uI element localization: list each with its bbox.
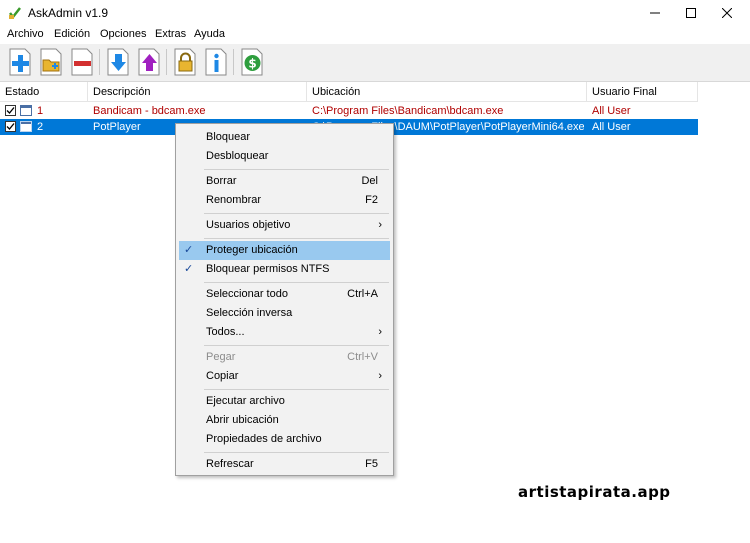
svg-text:$: $ <box>248 57 256 71</box>
close-button[interactable] <box>704 0 750 26</box>
row-number: 1 <box>37 105 44 117</box>
menu-bar: Archivo Edición Opciones Extras Ayuda <box>0 26 750 44</box>
ctx-item-label: Usuarios objetivo <box>206 219 291 231</box>
window-icon <box>20 105 32 116</box>
menu-ayuda[interactable]: Ayuda <box>194 28 225 40</box>
ctx-item-label: Copiar <box>206 370 239 382</box>
menu-separator <box>204 389 389 390</box>
ctx-item-shortcut: Del <box>361 175 378 187</box>
toolbar-separator <box>233 49 234 75</box>
column-header-ubicacion[interactable]: Ubicación <box>307 82 587 102</box>
ctx-item-shortcut: Ctrl+V <box>347 351 378 363</box>
ctx-item-label: Abrir ubicación <box>206 414 279 426</box>
ctx-item-abrir-ubicacion[interactable]: Abrir ubicación <box>179 411 390 430</box>
ctx-item-todos[interactable]: Todos... › <box>179 323 390 342</box>
ctx-item-label: Borrar <box>206 175 237 187</box>
row-description: Bandicam - bdcam.exe <box>93 105 206 117</box>
chevron-right-icon: › <box>378 370 382 382</box>
list-header: Estado Descripción Ubicación Usuario Fin… <box>0 82 698 102</box>
app-icon <box>9 7 21 20</box>
minimize-icon <box>650 12 660 14</box>
ctx-item-borrar[interactable]: Borrar Del <box>179 172 390 191</box>
ctx-item-label: Bloquear permisos NTFS <box>206 263 330 275</box>
ctx-item-shortcut: F2 <box>365 194 378 206</box>
ctx-item-label: Refrescar <box>206 458 254 470</box>
row-number: 2 <box>37 121 44 133</box>
ctx-item-label: Seleccionar todo <box>206 288 288 300</box>
menu-separator <box>204 345 389 346</box>
toolbar: $ <box>0 44 750 82</box>
ctx-item-bloquear[interactable]: Bloquear <box>179 128 390 147</box>
ctx-item-seleccionar-todo[interactable]: Seleccionar todo Ctrl+A <box>179 285 390 304</box>
up-arrow-icon[interactable] <box>136 48 162 76</box>
checkmark-icon: ✓ <box>184 244 194 256</box>
toolbar-separator <box>166 49 167 75</box>
column-header-estado[interactable]: Estado <box>0 82 88 102</box>
down-arrow-icon[interactable] <box>105 48 131 76</box>
window-icon <box>20 121 32 132</box>
ctx-item-shortcut: Ctrl+A <box>347 288 378 300</box>
menu-separator <box>204 282 389 283</box>
add-icon[interactable] <box>7 48 33 76</box>
chevron-right-icon: › <box>378 219 382 231</box>
ctx-item-pegar: Pegar Ctrl+V <box>179 348 390 367</box>
row-checkbox[interactable] <box>5 105 16 116</box>
watermark: artistapirata.app <box>518 483 671 501</box>
info-icon[interactable] <box>203 48 229 76</box>
ctx-item-seleccion-inversa[interactable]: Selección inversa <box>179 304 390 323</box>
ctx-item-propiedades-de-archivo[interactable]: Propiedades de archivo <box>179 430 390 449</box>
ctx-item-proteger-ubicacion[interactable]: ✓ Proteger ubicación <box>179 241 390 260</box>
toolbar-separator <box>99 49 100 75</box>
ctx-item-desbloquear[interactable]: Desbloquear <box>179 147 390 166</box>
ctx-item-label: Proteger ubicación <box>206 244 298 256</box>
ctx-item-label: Todos... <box>206 326 245 338</box>
row-checkbox[interactable] <box>5 121 16 132</box>
ctx-item-label: Desbloquear <box>206 150 269 162</box>
checkmark-icon <box>6 107 15 114</box>
ctx-item-renombrar[interactable]: Renombrar F2 <box>179 191 390 210</box>
lock-icon[interactable] <box>172 48 198 76</box>
column-header-usuario-final[interactable]: Usuario Final <box>587 82 698 102</box>
ctx-item-label: Pegar <box>206 351 236 363</box>
ctx-item-shortcut: F5 <box>365 458 378 470</box>
maximize-icon <box>686 8 696 18</box>
checkmark-icon <box>6 123 15 130</box>
ctx-item-copiar[interactable]: Copiar › <box>179 367 390 386</box>
ctx-item-bloquear-permisos-ntfs[interactable]: ✓ Bloquear permisos NTFS <box>179 260 390 279</box>
menu-separator <box>204 213 389 214</box>
add-folder-icon[interactable] <box>38 48 64 76</box>
ctx-item-label: Propiedades de archivo <box>206 433 322 445</box>
column-header-descripcion[interactable]: Descripción <box>88 82 307 102</box>
context-menu: Bloquear Desbloquear Borrar Del Renombra… <box>175 123 394 476</box>
ctx-item-ejecutar-archivo[interactable]: Ejecutar archivo <box>179 392 390 411</box>
row-user: All User <box>592 121 631 133</box>
ctx-item-label: Bloquear <box>206 131 251 143</box>
menu-separator <box>204 169 389 170</box>
ctx-item-refrescar[interactable]: Refrescar F5 <box>179 455 390 474</box>
title-bar: AskAdmin v1.9 <box>0 0 750 26</box>
ctx-item-label: Selección inversa <box>206 307 293 319</box>
menu-extras[interactable]: Extras <box>155 28 186 40</box>
ctx-item-label: Renombrar <box>206 194 262 206</box>
menu-separator <box>204 452 389 453</box>
menu-archivo[interactable]: Archivo <box>7 28 44 40</box>
menu-edicion[interactable]: Edición <box>54 28 90 40</box>
checkmark-icon: ✓ <box>184 263 194 275</box>
table-row[interactable]: 1 Bandicam - bdcam.exe C:\Program Files\… <box>0 103 698 119</box>
ctx-item-usuarios-objetivo[interactable]: Usuarios objetivo › <box>179 216 390 235</box>
ctx-item-label: Ejecutar archivo <box>206 395 285 407</box>
close-icon <box>722 8 732 18</box>
menu-separator <box>204 238 389 239</box>
chevron-right-icon: › <box>378 326 382 338</box>
remove-icon[interactable] <box>69 48 95 76</box>
row-user: All User <box>592 105 631 117</box>
row-location: C:\Program Files\Bandicam\bdcam.exe <box>312 105 504 117</box>
dollar-icon[interactable]: $ <box>239 48 265 76</box>
menu-opciones[interactable]: Opciones <box>100 28 146 40</box>
window-title: AskAdmin v1.9 <box>28 6 109 20</box>
